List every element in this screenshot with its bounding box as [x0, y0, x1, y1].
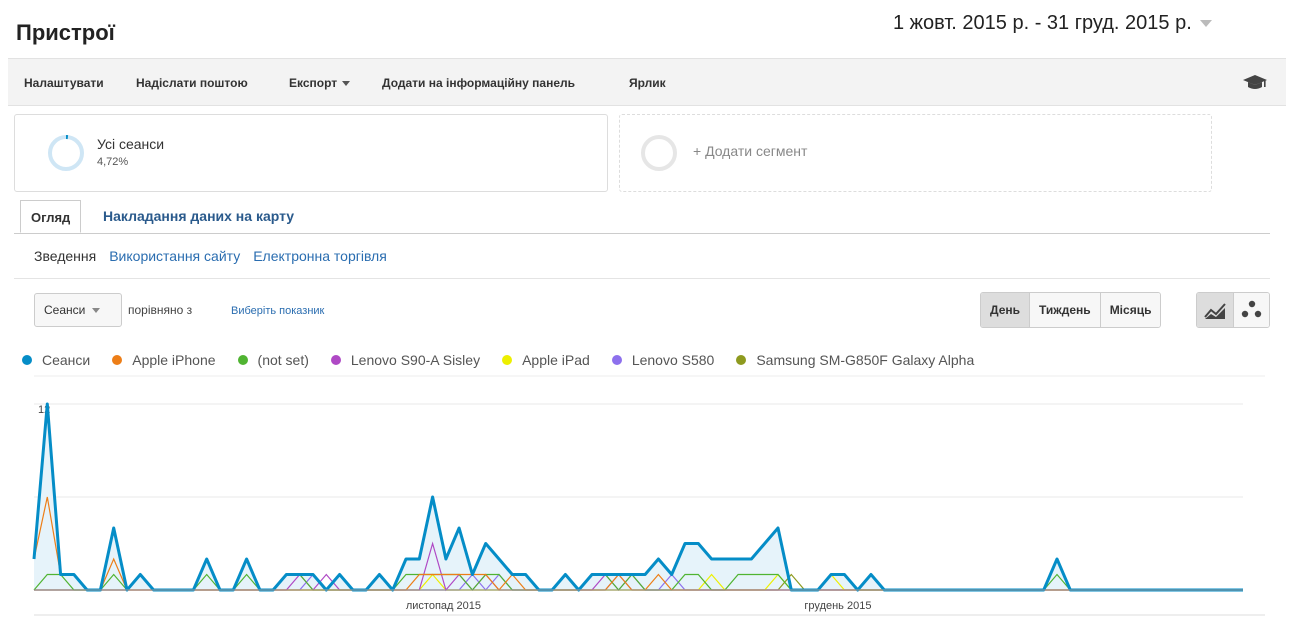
- date-range-text: 1 жовт. 2015 р. - 31 груд. 2015 р.: [893, 12, 1192, 34]
- granularity-week-button[interactable]: Тиждень: [1030, 293, 1101, 327]
- select-metric-link[interactable]: Виберіть показник: [231, 305, 324, 317]
- customize-button[interactable]: Налаштувати: [24, 76, 104, 90]
- sessions-line-chart: 126листопад 2015грудень 2015: [32, 375, 1265, 616]
- chevron-down-icon: [1199, 20, 1212, 28]
- x-tick-label: грудень 2015: [804, 600, 871, 612]
- export-menu[interactable]: Експорт: [289, 76, 351, 90]
- chart-legend: Сеанси Apple iPhone (not set) Lenovo S90-A …: [22, 352, 996, 368]
- granularity-month-button[interactable]: Місяць: [1100, 293, 1161, 327]
- legend-item[interactable]: Apple iPad: [502, 352, 590, 368]
- segment-ring-progress: [65, 135, 69, 140]
- legend-item[interactable]: Lenovo S90-A Sisley: [330, 352, 481, 368]
- legend-label: Lenovo S580: [631, 352, 715, 368]
- granularity-day-button[interactable]: День: [981, 293, 1030, 327]
- line-chart-view-button[interactable]: [1197, 293, 1234, 327]
- segment-name: Усі сеанси: [97, 136, 165, 152]
- legend-dot-icon: [112, 355, 123, 365]
- add-segment-label: + Додати сегмент: [693, 143, 808, 159]
- granularity-toggle: День Тиждень Місяць: [980, 292, 1162, 328]
- motion-chart-icon: [1241, 300, 1262, 318]
- legend-item[interactable]: Сеанси: [22, 352, 90, 368]
- legend-label: (not set): [257, 352, 309, 368]
- metric-select[interactable]: Сеанси: [34, 293, 122, 327]
- motion-chart-view-button[interactable]: [1234, 293, 1269, 327]
- legend-dot-icon: [736, 355, 747, 365]
- legend-dot-icon: [502, 355, 513, 365]
- report-tabs: Огляд Накладання даних на карту: [14, 200, 1270, 234]
- empty-segment-ring-icon: [641, 135, 677, 171]
- explorer-subtabs: Зведення Використання сайту Електронна тор…: [34, 248, 387, 264]
- email-button[interactable]: Надіслати поштою: [136, 76, 248, 90]
- segment-card-all-sessions[interactable]: Усі сеанси 4,72%: [14, 114, 608, 192]
- compare-label: порівняно з: [128, 303, 193, 317]
- shortcut-button[interactable]: Ярлик: [629, 76, 666, 90]
- legend-dot-icon: [611, 355, 622, 365]
- divider: [14, 278, 1270, 279]
- legend-label: Apple iPad: [522, 352, 590, 368]
- subtab-ecommerce[interactable]: Електронна торгівля: [253, 248, 387, 264]
- date-range-picker[interactable]: 1 жовт. 2015 р. - 31 груд. 2015 р.: [893, 12, 1212, 35]
- legend-item[interactable]: Samsung SM-G850F Galaxy Alpha: [736, 352, 974, 368]
- tab-map-overlay[interactable]: Накладання даних на карту: [103, 208, 294, 224]
- export-label: Експорт: [289, 76, 338, 90]
- chevron-down-icon: [342, 81, 351, 87]
- x-tick-label: листопад 2015: [406, 600, 481, 612]
- add-segment-card[interactable]: + Додати сегмент: [619, 114, 1212, 192]
- tab-overview[interactable]: Огляд: [20, 200, 82, 233]
- line-chart-icon: [1204, 303, 1226, 319]
- chart-view-toggle: [1196, 292, 1270, 328]
- graduation-cap-icon[interactable]: [1242, 74, 1268, 90]
- legend-item[interactable]: (not set): [237, 352, 309, 368]
- legend-item[interactable]: Apple iPhone: [112, 352, 216, 368]
- page-title: Пристрої: [16, 20, 115, 45]
- metric-select-value: Сеанси: [44, 303, 86, 317]
- legend-label: Сеанси: [42, 352, 91, 368]
- legend-dot-icon: [22, 355, 32, 365]
- subtab-summary[interactable]: Зведення: [34, 248, 96, 264]
- chevron-down-icon: [92, 308, 101, 314]
- legend-dot-icon: [237, 355, 248, 365]
- add-to-dashboard-button[interactable]: Додати на інформаційну панель: [382, 76, 575, 90]
- legend-label: Samsung SM-G850F Galaxy Alpha: [756, 352, 975, 368]
- legend-label: Lenovo S90-A Sisley: [350, 352, 481, 368]
- segment-percentage: 4,72%: [97, 156, 129, 168]
- legend-dot-icon: [330, 355, 341, 365]
- legend-item[interactable]: Lenovo S580: [611, 352, 715, 368]
- subtab-site-usage[interactable]: Використання сайту: [109, 248, 240, 264]
- report-toolbar: Налаштувати Надіслати поштою Експорт Дод…: [8, 58, 1286, 106]
- legend-label: Apple iPhone: [132, 352, 216, 368]
